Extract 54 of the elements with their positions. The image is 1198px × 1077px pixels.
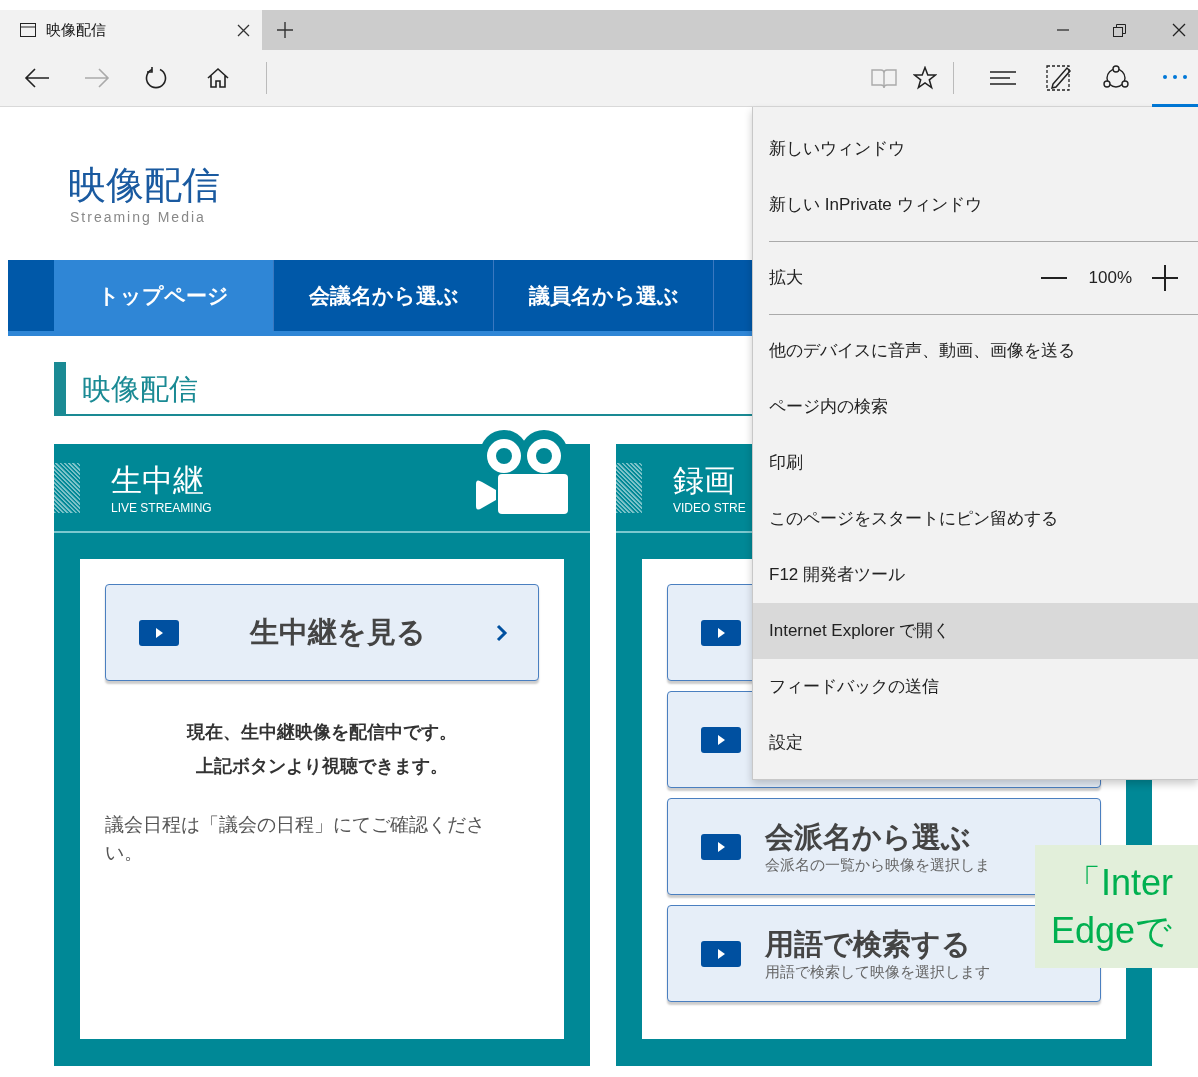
menu-item[interactable]: Internet Explorer で開く — [753, 603, 1198, 659]
notice-text: 現在、生中継映像を配信中です。 — [187, 721, 457, 744]
refresh-icon[interactable] — [144, 66, 168, 90]
button-label: 用語で検索する — [765, 926, 972, 962]
share-icon[interactable] — [1102, 65, 1130, 91]
button-label: 会派名から選ぶ — [765, 819, 972, 855]
card-subtitle: VIDEO STRE — [673, 499, 746, 517]
play-icon — [139, 619, 179, 646]
card-title: 録画 — [673, 462, 736, 499]
zoom-out-icon[interactable] — [1040, 276, 1067, 280]
menu-item[interactable]: このページをスタートにピン留めする — [753, 491, 1198, 547]
site-logo: 映像配信 — [68, 163, 220, 207]
nav-tab[interactable]: トップページ — [54, 260, 274, 331]
back-icon[interactable] — [24, 67, 50, 89]
play-icon — [701, 940, 741, 967]
tab-icon — [20, 23, 36, 37]
star-icon[interactable] — [913, 66, 937, 90]
menu-item[interactable]: 印刷 — [753, 435, 1198, 491]
tab-title: 映像配信 — [46, 19, 107, 40]
hatch-mark — [54, 462, 80, 513]
menu-item[interactable]: 設定 — [753, 715, 1198, 771]
hatch-mark — [616, 462, 642, 513]
menu-item[interactable]: ページ内の検索 — [753, 379, 1198, 435]
notice-text: 上記ボタンより視聴できます。 — [196, 755, 448, 778]
restore-icon[interactable] — [1113, 23, 1126, 37]
menu-item[interactable]: フィードバックの送信 — [753, 659, 1198, 715]
zoom-level: 100% — [1088, 267, 1132, 290]
more-icon[interactable] — [1162, 73, 1188, 80]
video-link-button[interactable]: 生中継を見る — [105, 584, 539, 681]
new-tab-icon[interactable] — [276, 21, 294, 39]
browser-tab[interactable]: 映像配信 — [0, 10, 262, 50]
close-icon[interactable] — [1172, 23, 1186, 37]
menu-item[interactable]: 他のデバイスに音声、動画、画像を送る — [753, 323, 1198, 379]
chevron-icon — [496, 623, 508, 642]
button-label: 生中継を見る — [248, 614, 427, 650]
play-icon — [701, 833, 741, 860]
home-icon[interactable] — [206, 67, 230, 89]
zoom-in-icon[interactable] — [1152, 265, 1178, 291]
card-title: 生中継 — [111, 462, 205, 499]
button-description: 用語で検索して映像を選択します — [765, 961, 990, 982]
hub-icon[interactable] — [990, 70, 1016, 86]
close-icon[interactable] — [237, 23, 250, 37]
menu-item[interactable]: F12 開発者ツール — [753, 547, 1198, 603]
section-heading: 映像配信 — [82, 372, 198, 408]
menu-item[interactable]: 新しいウィンドウ — [753, 121, 1198, 177]
zoom-label: 拡大 — [769, 267, 804, 290]
card-subtitle: LIVE STREAMING — [111, 499, 212, 517]
menu-item[interactable]: 新しい InPrivate ウィンドウ — [753, 177, 1198, 233]
note-text: 議会日程は「議会の日程」にてご確認ください。 — [105, 813, 486, 865]
site-tagline: Streaming Media — [69, 208, 206, 227]
play-icon — [701, 726, 741, 753]
button-description: 会派名の一覧から映像を選択しま — [765, 854, 990, 875]
play-icon — [701, 619, 741, 646]
pen-note-icon[interactable] — [1046, 65, 1072, 91]
